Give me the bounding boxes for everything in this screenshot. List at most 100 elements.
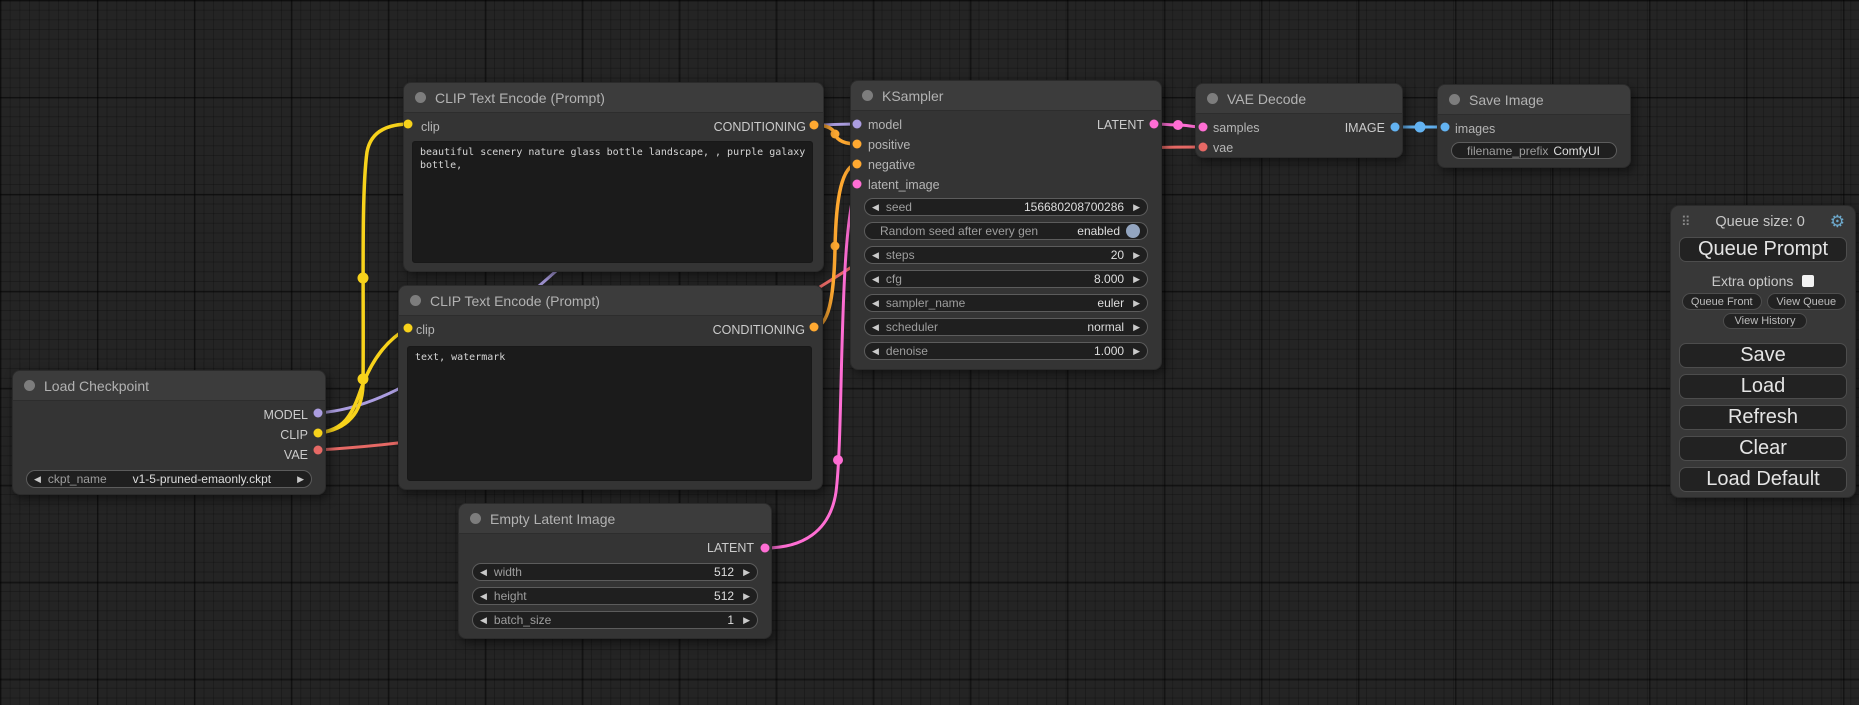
- increment-arrow-icon[interactable]: ▶: [1133, 322, 1140, 333]
- sampler-name-widget[interactable]: ◀ sampler_name euler ▶: [864, 294, 1148, 312]
- node-ksampler[interactable]: KSampler model LATENT positive negative …: [850, 80, 1162, 370]
- collapse-dot-icon[interactable]: [415, 92, 426, 103]
- height-widget[interactable]: ◀ height 512 ▶: [472, 587, 758, 605]
- queue-panel-header: ⠿ Queue size: 0 ⚙: [1671, 206, 1855, 230]
- node-empty-latent-image[interactable]: Empty Latent Image LATENT ◀ width 512 ▶ …: [458, 503, 772, 639]
- widget-label: Random seed after every gen: [880, 224, 1038, 238]
- increment-arrow-icon[interactable]: ▶: [743, 615, 750, 626]
- input-label-model: model: [868, 118, 902, 132]
- output-label-model: MODEL: [264, 408, 308, 422]
- widget-value: 20: [1111, 248, 1124, 262]
- increment-arrow-icon[interactable]: ▶: [1133, 202, 1140, 213]
- decrement-arrow-icon[interactable]: ◀: [480, 615, 487, 626]
- decrement-arrow-icon[interactable]: ◀: [480, 591, 487, 602]
- clear-button[interactable]: Clear: [1679, 436, 1847, 461]
- node-header[interactable]: Empty Latent Image: [459, 504, 771, 534]
- widget-value: normal: [1087, 320, 1124, 334]
- batch-size-widget[interactable]: ◀ batch_size 1 ▶: [472, 611, 758, 629]
- random-seed-widget[interactable]: Random seed after every gen enabled: [864, 222, 1148, 240]
- widget-label: ckpt_name: [48, 472, 107, 486]
- collapse-dot-icon[interactable]: [862, 90, 873, 101]
- decrement-arrow-icon[interactable]: ◀: [872, 250, 879, 261]
- conditioning-link-dot: [831, 130, 840, 139]
- node-header[interactable]: Save Image: [1438, 85, 1630, 115]
- output-row: LATENT: [459, 538, 771, 558]
- load-button[interactable]: Load: [1679, 374, 1847, 399]
- increment-arrow-icon[interactable]: ▶: [1133, 274, 1140, 285]
- collapse-dot-icon[interactable]: [410, 295, 421, 306]
- seed-widget[interactable]: ◀ seed 156680208700286 ▶: [864, 198, 1148, 216]
- node-title: CLIP Text Encode (Prompt): [435, 90, 605, 106]
- load-default-button[interactable]: Load Default: [1679, 467, 1847, 492]
- clip-link-dot: [358, 273, 369, 284]
- input-label-positive: positive: [868, 138, 910, 152]
- input-label-clip: clip: [416, 323, 435, 337]
- extra-options-checkbox[interactable]: [1802, 275, 1814, 287]
- output-label-clip: CLIP: [280, 428, 308, 442]
- node-vae-decode[interactable]: VAE Decode samples IMAGE vae: [1195, 83, 1403, 158]
- collapse-dot-icon[interactable]: [24, 380, 35, 391]
- decrement-arrow-icon[interactable]: ◀: [872, 346, 879, 357]
- gear-icon[interactable]: ⚙: [1830, 213, 1845, 230]
- node-clip-text-encode-negative[interactable]: CLIP Text Encode (Prompt) clip CONDITION…: [398, 285, 823, 490]
- ckpt-name-widget[interactable]: ◀ ckpt_name v1-5-pruned-emaonly.ckpt ▶: [26, 470, 312, 488]
- increment-arrow-icon[interactable]: ▶: [297, 474, 304, 485]
- image-link-dot: [1415, 122, 1426, 133]
- refresh-button[interactable]: Refresh: [1679, 405, 1847, 430]
- cfg-widget[interactable]: ◀ cfg 8.000 ▶: [864, 270, 1148, 288]
- prompt-textarea[interactable]: beautiful scenery nature glass bottle la…: [412, 141, 813, 263]
- increment-arrow-icon[interactable]: ▶: [743, 591, 750, 602]
- increment-arrow-icon[interactable]: ▶: [1133, 346, 1140, 357]
- node-header[interactable]: CLIP Text Encode (Prompt): [404, 83, 823, 113]
- decrement-arrow-icon[interactable]: ◀: [872, 202, 879, 213]
- queue-pill-row: Queue Front View Queue: [1682, 293, 1846, 310]
- increment-arrow-icon[interactable]: ▶: [1133, 298, 1140, 309]
- extra-options-row: Extra options: [1671, 273, 1855, 289]
- decrement-arrow-icon[interactable]: ◀: [872, 274, 879, 285]
- decrement-arrow-icon[interactable]: ◀: [480, 567, 487, 578]
- prompt-textarea[interactable]: text, watermark: [407, 346, 812, 481]
- drag-handle-icon[interactable]: ⠿: [1681, 214, 1691, 230]
- slot-row: images: [1438, 119, 1630, 139]
- collapse-dot-icon[interactable]: [1449, 94, 1460, 105]
- width-widget[interactable]: ◀ width 512 ▶: [472, 563, 758, 581]
- output-row: VAE: [13, 445, 325, 465]
- queue-prompt-button[interactable]: Queue Prompt: [1679, 237, 1847, 262]
- latent-link-dot: [833, 455, 843, 465]
- input-label-negative: negative: [868, 158, 915, 172]
- widget-label: filename_prefix: [1467, 144, 1548, 158]
- widget-value: 512: [714, 565, 734, 579]
- node-header[interactable]: CLIP Text Encode (Prompt): [399, 286, 822, 316]
- output-row: CLIP: [13, 425, 325, 445]
- node-header[interactable]: Load Checkpoint: [13, 371, 325, 401]
- widget-value: ComfyUI: [1553, 144, 1600, 158]
- node-save-image[interactable]: Save Image images filename_prefix ComfyU…: [1437, 84, 1631, 168]
- collapse-dot-icon[interactable]: [470, 513, 481, 524]
- output-row: MODEL: [13, 405, 325, 425]
- decrement-arrow-icon[interactable]: ◀: [872, 298, 879, 309]
- random-seed-toggle[interactable]: [1126, 224, 1140, 238]
- save-button[interactable]: Save: [1679, 343, 1847, 368]
- node-clip-text-encode-positive[interactable]: CLIP Text Encode (Prompt) clip CONDITION…: [403, 82, 824, 272]
- view-history-button[interactable]: View History: [1723, 313, 1807, 329]
- latent-link-dot: [1173, 120, 1183, 130]
- scheduler-widget[interactable]: ◀ scheduler normal ▶: [864, 318, 1148, 336]
- node-title: Save Image: [1469, 92, 1544, 108]
- increment-arrow-icon[interactable]: ▶: [743, 567, 750, 578]
- node-header[interactable]: KSampler: [851, 81, 1161, 111]
- decrement-arrow-icon[interactable]: ◀: [872, 322, 879, 333]
- decrement-arrow-icon[interactable]: ◀: [34, 474, 41, 485]
- filename-prefix-widget[interactable]: filename_prefix ComfyUI: [1451, 142, 1617, 159]
- node-header[interactable]: VAE Decode: [1196, 84, 1402, 114]
- widget-value: 512: [714, 589, 734, 603]
- queue-panel[interactable]: ⠿ Queue size: 0 ⚙ Queue Prompt Extra opt…: [1670, 205, 1856, 498]
- comfyui-canvas[interactable]: { "colors": { "model": "#ab9de0", "clip"…: [0, 0, 1859, 705]
- widget-label: batch_size: [494, 613, 551, 627]
- view-queue-button[interactable]: View Queue: [1767, 293, 1847, 310]
- denoise-widget[interactable]: ◀ denoise 1.000 ▶: [864, 342, 1148, 360]
- queue-front-button[interactable]: Queue Front: [1682, 293, 1762, 310]
- collapse-dot-icon[interactable]: [1207, 93, 1218, 104]
- increment-arrow-icon[interactable]: ▶: [1133, 250, 1140, 261]
- node-load-checkpoint[interactable]: Load Checkpoint MODEL CLIP VAE ◀ ckpt_na…: [12, 370, 326, 495]
- steps-widget[interactable]: ◀ steps 20 ▶: [864, 246, 1148, 264]
